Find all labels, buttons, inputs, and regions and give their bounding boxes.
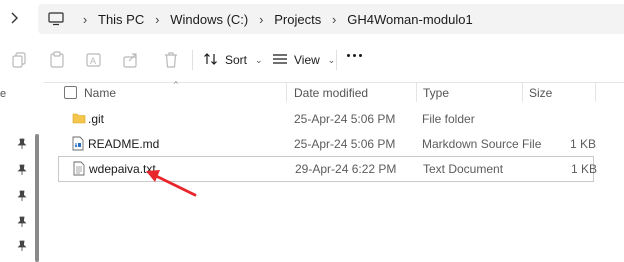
address-bar[interactable]: › This PC › Windows (C:) › Projects › GH… (38, 4, 624, 34)
copy-icon[interactable] (10, 50, 30, 70)
file-name: wdepaiva.txt (89, 162, 156, 176)
chevron-right-icon[interactable]: › (144, 12, 170, 27)
breadcrumb-projects[interactable]: Projects (274, 12, 321, 27)
chevron-right-icon[interactable]: › (321, 12, 347, 27)
file-name: .git (88, 112, 105, 126)
more-icon[interactable] (347, 54, 362, 57)
paste-icon[interactable] (47, 50, 67, 70)
column-divider[interactable] (595, 82, 596, 102)
sort-label: Sort (225, 53, 248, 67)
breadcrumb-drive[interactable]: Windows (C:) (170, 12, 248, 27)
select-all-checkbox[interactable] (64, 86, 77, 99)
toolbar-divider (336, 50, 337, 70)
pin-icon[interactable] (17, 240, 27, 252)
file-date: 25-Apr-24 5:06 PM (294, 112, 396, 126)
pin-icon[interactable] (17, 138, 27, 150)
file-date: 29-Apr-24 6:22 PM (295, 162, 397, 176)
address-bar-area: › This PC › Windows (C:) › Projects › GH… (0, 0, 624, 38)
view-label: View (294, 53, 320, 67)
sort-button[interactable]: Sort ⌄ (203, 48, 263, 72)
pin-icon[interactable] (17, 190, 27, 202)
chevron-down-icon: ⌄ (327, 54, 336, 65)
table-row[interactable]: .git 25-Apr-24 5:06 PM File folder (56, 107, 594, 131)
breadcrumb-this-pc[interactable]: This PC (98, 12, 144, 27)
column-header-name[interactable]: Name (84, 86, 116, 100)
delete-icon[interactable] (161, 50, 181, 70)
text-file-icon (73, 161, 87, 177)
nav-partial-label[interactable]: e (0, 88, 6, 100)
column-header-date-modified[interactable]: Date modified (294, 86, 368, 100)
markdown-file-icon (72, 136, 86, 152)
column-divider[interactable] (522, 82, 523, 102)
file-name: README.md (88, 137, 160, 151)
nav-scrollbar[interactable] (35, 134, 39, 262)
chevron-down-icon: ⌄ (255, 54, 263, 65)
column-divider[interactable] (416, 82, 417, 102)
file-list: ^ Name Date modified Type Size .git 25-A… (44, 80, 624, 262)
file-type: File folder (422, 112, 475, 126)
file-date: 25-Apr-24 5:06 PM (294, 137, 396, 151)
folder-icon (72, 111, 86, 127)
pin-icon[interactable] (17, 164, 27, 176)
computer-icon (48, 12, 64, 26)
breadcrumb-current-folder[interactable]: GH4Woman-modulo1 (347, 12, 472, 27)
svg-text:A: A (90, 56, 96, 66)
column-divider[interactable] (286, 82, 287, 102)
view-icon (272, 53, 288, 68)
up-arrow-icon[interactable] (8, 6, 28, 30)
file-type: Text Document (423, 162, 504, 176)
navigation-pane: e (0, 82, 44, 262)
column-header-type[interactable]: Type (423, 86, 449, 100)
table-row[interactable]: README.md 25-Apr-24 5:06 PM Markdown Sou… (56, 132, 597, 156)
table-row-selected[interactable]: wdepaiva.txt 29-Apr-24 6:22 PM Text Docu… (58, 156, 598, 182)
sort-icon (203, 52, 219, 69)
chevron-right-icon[interactable]: › (248, 12, 274, 27)
file-type: Markdown Source File (422, 137, 542, 151)
command-bar: A Sort ⌄ View ⌄ (0, 38, 624, 83)
view-button[interactable]: View ⌄ (272, 48, 335, 72)
toolbar-divider (192, 50, 193, 70)
column-header-row: ^ Name Date modified Type Size (44, 80, 624, 104)
chevron-right-icon[interactable]: › (72, 12, 98, 27)
chevron-up-icon: ^ (174, 80, 178, 89)
file-size: 1 KB (570, 137, 597, 151)
rename-icon[interactable]: A (84, 50, 104, 70)
column-header-size[interactable]: Size (529, 86, 552, 100)
pin-icon[interactable] (17, 216, 27, 228)
file-size: 1 KB (571, 162, 598, 176)
share-icon[interactable] (121, 50, 141, 70)
